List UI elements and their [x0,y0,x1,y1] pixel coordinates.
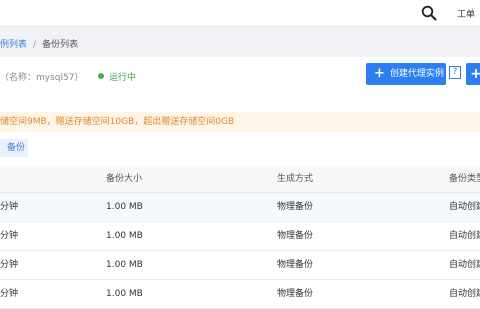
cell-time: 分钟 [0,231,19,241]
create-proxy-instance-label: 创建代理实例 [389,69,444,79]
backup-table: 备份大小 生成方式 备份类型 分钟 1.00 MB 物理备份 自动创建 分钟 1… [0,166,480,309]
cell-time: 分钟 [0,202,19,212]
help-icon[interactable]: ? [449,66,461,79]
cell-type: 自动创建 [449,289,480,299]
ticket-link[interactable]: 工单 [457,7,475,20]
breadcrumb-instance-list[interactable]: 例列表 [0,40,27,50]
cell-method: 物理备份 [277,289,314,299]
cell-method: 物理备份 [277,202,314,212]
cell-size: 1.00 MB [106,231,143,241]
status-badge: 运行中 [98,70,136,83]
breadcrumb: 例列表 / 备份列表 [0,37,78,50]
cell-method: 物理备份 [277,231,314,241]
cell-time: 分钟 [0,289,19,299]
cell-size: 1.00 MB [106,289,143,299]
status-dot-icon [98,73,104,79]
table-header: 备份大小 生成方式 备份类型 [0,166,480,193]
create-proxy-instance-button[interactable]: + 创建代理实例 [366,63,446,85]
breadcrumb-current: 备份列表 [42,40,79,50]
cell-type: 自动创建 [449,202,480,212]
search-icon[interactable] [421,5,437,21]
instance-name: （名称：mysql57） [0,73,84,83]
backup-tab[interactable]: 备份 [0,139,28,157]
table-row[interactable]: 分钟 1.00 MB 物理备份 自动创建 [0,251,480,280]
header-backup-type: 备份类型 [449,174,480,184]
cell-size: 1.00 MB [106,202,143,212]
top-bar: 工单 [0,0,480,27]
breadcrumb-separator: / [33,40,37,50]
header-backup-size: 备份大小 [106,174,143,184]
cell-method: 物理备份 [277,260,314,270]
plus-icon: + [374,66,385,81]
header-generation-method: 生成方式 [277,174,314,184]
add-button[interactable]: + [466,63,480,85]
cell-size: 1.00 MB [106,260,143,270]
breadcrumb-bar: 例列表 / 备份列表 [0,27,480,57]
status-text: 运行中 [109,73,137,83]
storage-notice: 储空间9MB，赠送存储空间10GB，超出赠送存储空间0GB [0,112,480,132]
table-row[interactable]: 分钟 1.00 MB 物理备份 自动创建 [0,222,480,251]
table-row[interactable]: 分钟 1.00 MB 物理备份 自动创建 [0,280,480,309]
cell-type: 自动创建 [449,260,480,270]
cell-type: 自动创建 [449,231,480,241]
table-row[interactable]: 分钟 1.00 MB 物理备份 自动创建 [0,193,480,222]
cell-time: 分钟 [0,260,19,270]
